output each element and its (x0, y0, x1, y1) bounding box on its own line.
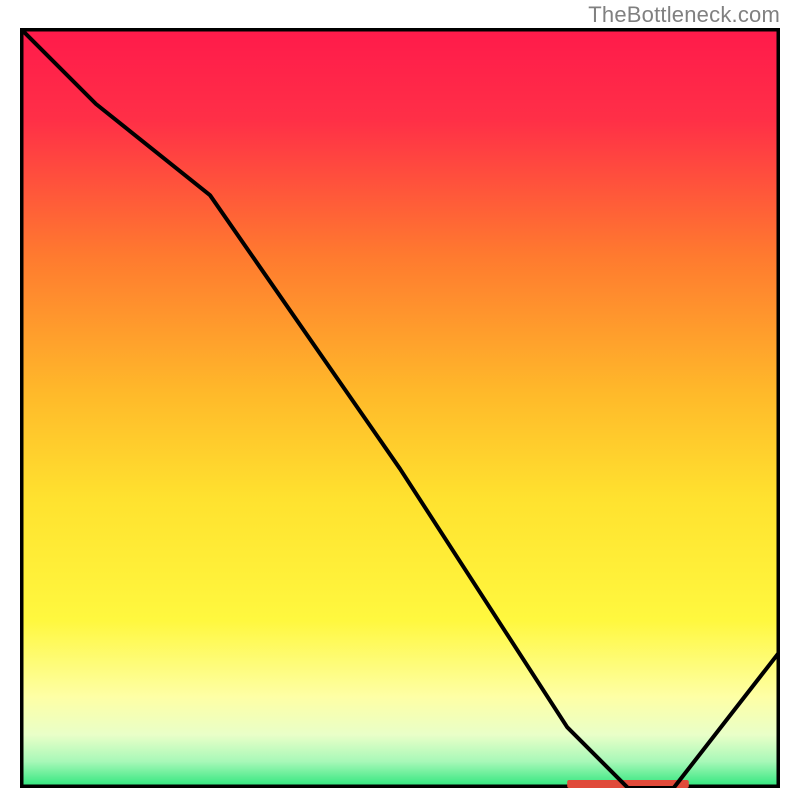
bottleneck-chart (20, 28, 780, 788)
chart-container (20, 28, 780, 788)
chart-background (20, 28, 780, 788)
attribution-text: TheBottleneck.com (588, 2, 780, 28)
